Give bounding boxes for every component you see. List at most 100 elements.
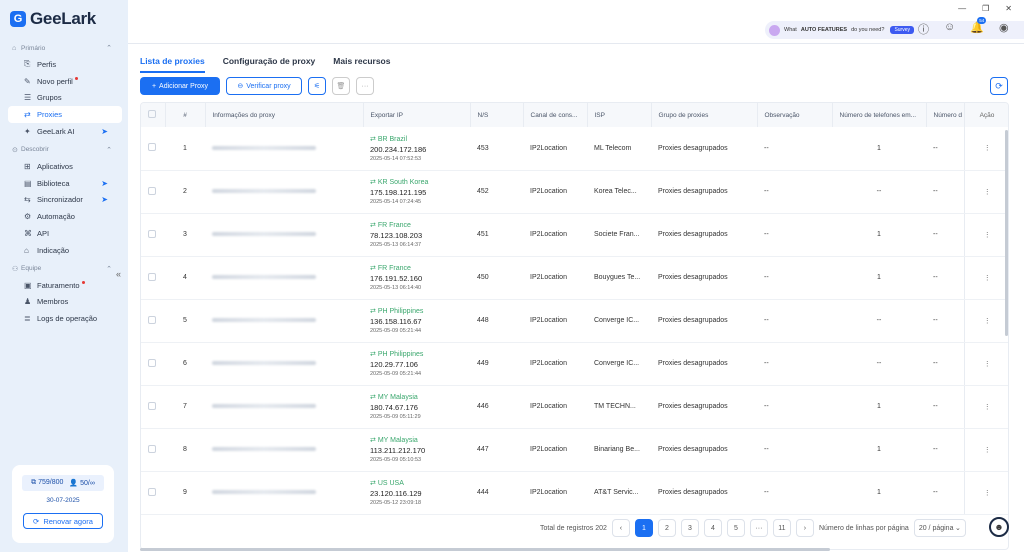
col-group: Grupo de proxies <box>651 103 758 127</box>
page-button[interactable]: 5 <box>726 519 745 537</box>
sidebar-item-referral[interactable]: ⌂ Indicação <box>8 242 122 259</box>
table-row[interactable]: 5 ⇄ PH Philippines 136.158.116.67 2025-05-0… <box>141 299 1008 343</box>
row-more-icon[interactable]: ⋮ <box>963 428 1008 472</box>
collapse-sidebar-icon[interactable]: « <box>116 269 121 279</box>
sidebar-item-profiles[interactable]: ⎘ Perfis <box>8 56 122 73</box>
table-row[interactable]: 9 ⇄ US USA 23.120.116.129 2025-05-12 23:09:… <box>141 471 1008 515</box>
number-cell: -- <box>926 213 964 257</box>
table-row[interactable]: 8 ⇄ MY Malaysia 113.211.212.170 2025-05-09 … <box>141 428 1008 472</box>
members-count: 👤 50/∞ <box>69 480 95 487</box>
row-checkbox[interactable] <box>141 213 165 257</box>
sidebar-item-groups[interactable]: ☰ Grupos <box>8 90 122 107</box>
row-index: 1 <box>165 127 205 171</box>
table-row[interactable]: 6 ⇄ PH Philippines 120.29.77.106 2025-05-09… <box>141 342 1008 386</box>
close-icon[interactable]: ✕ <box>1005 4 1012 13</box>
sidebar-section[interactable]: ⌂ Primário ⌃ <box>8 40 122 56</box>
prev-page-button[interactable]: ‹ <box>611 519 630 537</box>
row-more-icon[interactable]: ⋮ <box>963 213 1008 257</box>
page-size-select[interactable]: 20 / página ⌄ <box>913 519 966 537</box>
tab-2[interactable]: Mais recursos <box>333 56 390 73</box>
row-more-icon[interactable]: ⋮ <box>963 170 1008 214</box>
row-checkbox[interactable] <box>141 256 165 300</box>
sidebar-item-sync[interactable]: ⇆ Sincronizador ➤ <box>8 192 122 209</box>
row-checkbox[interactable] <box>141 299 165 343</box>
sidebar-item-members[interactable]: ♟ Membros <box>8 294 122 311</box>
pin-icon[interactable]: ➤ <box>101 179 108 188</box>
sidebar-item-proxies[interactable]: ⇄ Proxies <box>8 106 122 124</box>
pin-icon[interactable]: ➤ <box>101 195 108 204</box>
filter-button[interactable]: ⚟ <box>308 77 326 95</box>
sidebar-item-ai[interactable]: ✦ GeeLark AI ➤ <box>8 123 122 140</box>
sidebar-item-billing[interactable]: ▣ Faturamento <box>8 277 122 294</box>
swap-icon: ⇄ <box>370 135 376 143</box>
renew-button[interactable]: ⟳ Renovar agora <box>23 513 103 529</box>
more-button[interactable]: ··· <box>356 77 374 95</box>
rows-per-page-label: Número de linhas por página <box>818 524 909 532</box>
page-button[interactable]: 11 <box>772 519 791 537</box>
row-more-icon[interactable]: ⋮ <box>963 127 1008 171</box>
sidebar-item-new-profile[interactable]: ✎ Novo perfil <box>8 73 122 90</box>
sidebar-item-automation[interactable]: ⚙ Automação <box>8 208 122 225</box>
app-logo[interactable]: G GeeLark <box>10 9 96 29</box>
sidebar-item-api[interactable]: ⌘ API <box>8 225 122 242</box>
page-button[interactable]: 2 <box>657 519 676 537</box>
help-icon[interactable]: ⓘ <box>918 21 929 37</box>
table-row[interactable]: 4 ⇄ FR France 176.191.52.160 2025-05-13 06:… <box>141 256 1008 300</box>
table-row[interactable]: 2 ⇄ KR South Korea 175.198.121.195 2025-05-… <box>141 170 1008 214</box>
restore-icon[interactable]: ❐ <box>982 4 989 13</box>
survey-button[interactable]: Survey <box>890 26 914 34</box>
row-more-icon[interactable]: ⋮ <box>963 299 1008 343</box>
sidebar-item-library[interactable]: ▤ Biblioteca ➤ <box>8 175 122 192</box>
isp-cell: TM TECHN... <box>587 385 651 429</box>
assistant-icon[interactable]: ☻ <box>989 517 1009 537</box>
swap-icon: ⇄ <box>370 265 376 272</box>
tab-0[interactable]: Lista de proxies <box>140 56 205 73</box>
referral-icon: ⌂ <box>24 245 29 255</box>
page-button[interactable]: ··· <box>749 519 768 537</box>
export-ip-cell: ⇄ MY Malaysia 113.211.212.170 2025-05-09 0… <box>363 428 470 472</box>
vertical-scrollbar[interactable] <box>1005 130 1008 336</box>
number-cell: -- <box>926 256 964 300</box>
verify-proxy-button[interactable]: ⊖ Verificar proxy <box>226 77 302 95</box>
page-button[interactable]: 4 <box>703 519 722 537</box>
more-icon: ··· <box>361 82 369 90</box>
row-checkbox[interactable] <box>141 385 165 429</box>
table-row[interactable]: 7 ⇄ MY Malaysia 180.74.67.176 2025-05-09 05… <box>141 385 1008 429</box>
row-checkbox[interactable] <box>141 127 165 171</box>
row-checkbox[interactable] <box>141 471 165 515</box>
table-row[interactable]: 3 ⇄ FR France 78.123.108.203 2025-05-13 06:… <box>141 213 1008 257</box>
top-bar: — ❐ ✕ What AUTO FEATURES do you need? Su… <box>128 0 1024 44</box>
row-index: 3 <box>165 213 205 257</box>
sidebar-item-logs[interactable]: ≣ Logs de operação <box>8 310 122 327</box>
bell-icon[interactable]: 🔔 54 <box>970 17 987 37</box>
notification-dot <box>74 77 78 81</box>
tab-1[interactable]: Configuração de proxy <box>223 56 316 73</box>
account-icon[interactable]: ◉ <box>999 21 1009 37</box>
delete-button[interactable]: 🗑 <box>332 77 350 95</box>
page-button[interactable]: 1 <box>634 519 653 537</box>
next-page-button[interactable]: › <box>795 519 814 537</box>
pin-icon[interactable]: ➤ <box>101 127 108 136</box>
horizontal-scrollbar[interactable] <box>140 548 830 551</box>
add-proxy-button[interactable]: + Adicionar Proxy <box>140 77 220 95</box>
table-row[interactable]: 1 ⇄ BR Brazil 200.234.172.186 2025-05-14 07… <box>141 127 1008 171</box>
sidebar-section[interactable]: ⚇ Equipe ⌃ <box>8 261 122 277</box>
number-cell: -- <box>926 170 964 214</box>
support-icon[interactable]: ☺ <box>944 21 955 37</box>
row-more-icon[interactable]: ⋮ <box>963 342 1008 386</box>
sidebar-section[interactable]: ⊙ Descobrir ⌃ <box>8 142 122 158</box>
group-cell: Proxies desagrupados <box>651 428 757 472</box>
row-checkbox[interactable] <box>141 342 165 386</box>
row-checkbox[interactable] <box>141 428 165 472</box>
minimize-icon[interactable]: — <box>958 4 966 13</box>
apps-icon: ⊞ <box>24 161 31 171</box>
select-all-checkbox[interactable] <box>141 103 166 127</box>
row-checkbox[interactable] <box>141 170 165 214</box>
row-more-icon[interactable]: ⋮ <box>963 385 1008 429</box>
refresh-button[interactable]: ⟳ <box>990 77 1008 95</box>
sidebar-item-apps[interactable]: ⊞ Aplicativos <box>8 158 122 175</box>
channel-cell: IP2Location <box>523 428 587 472</box>
row-more-icon[interactable]: ⋮ <box>963 471 1008 515</box>
page-button[interactable]: 3 <box>680 519 699 537</box>
row-more-icon[interactable]: ⋮ <box>963 256 1008 300</box>
